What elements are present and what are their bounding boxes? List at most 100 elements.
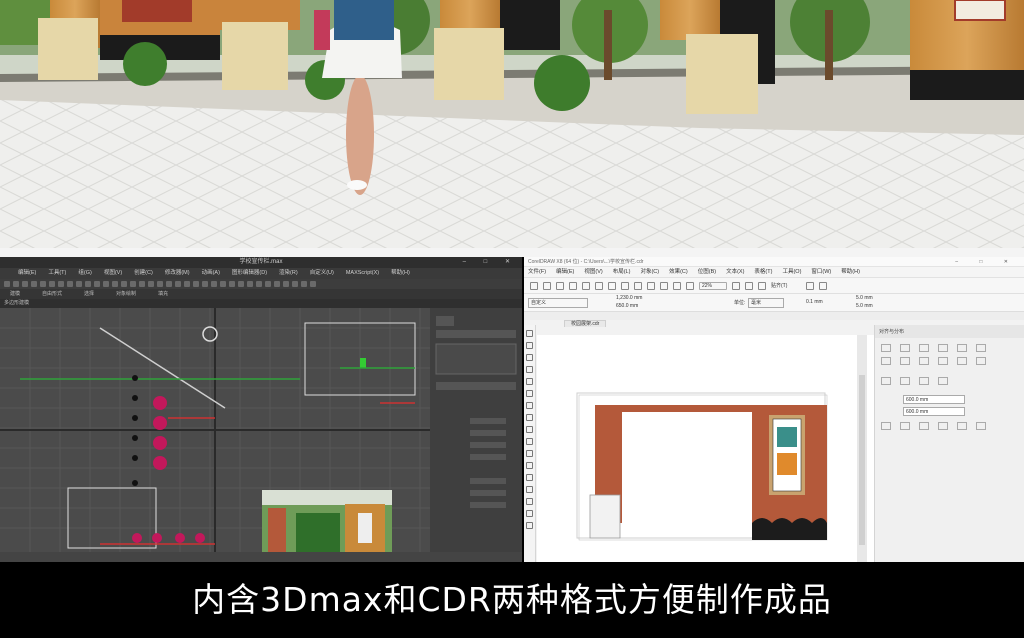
duplicate-y[interactable]: 5.0 mm (856, 303, 873, 309)
tool-icon[interactable] (310, 281, 316, 287)
distribute-center-icon[interactable] (900, 357, 910, 365)
tool-icon[interactable] (175, 281, 181, 287)
page-height[interactable]: 650.0 mm (616, 303, 638, 309)
tool-icon[interactable] (274, 281, 280, 287)
tool-icon[interactable] (22, 281, 28, 287)
tool-icon[interactable] (121, 281, 127, 287)
cdr-menu-10[interactable]: 窗口(W) (811, 267, 831, 277)
snap-to[interactable]: 贴齐(T) (771, 282, 801, 290)
docker-option-icon[interactable] (976, 422, 986, 430)
ribbon-tab-2[interactable]: 选择 (84, 289, 94, 299)
zoom-level[interactable]: 22% (699, 282, 727, 290)
max-menu-8[interactable]: 渲染(R) (279, 268, 298, 279)
tool-icon[interactable] (283, 281, 289, 287)
cdr-menu-4[interactable]: 对象(C) (640, 267, 659, 277)
tool-icon[interactable] (4, 281, 10, 287)
max-menu-4[interactable]: 创建(C) (134, 268, 153, 279)
launch-icon[interactable] (819, 282, 827, 290)
units-select[interactable]: 毫米 (748, 298, 784, 308)
distribute-middle-icon[interactable] (957, 357, 967, 365)
export-icon[interactable] (673, 282, 681, 290)
tool-icon[interactable] (58, 281, 64, 287)
crop-tool-icon[interactable] (526, 354, 533, 361)
save-icon[interactable] (556, 282, 564, 290)
max-menu-2[interactable]: 组(G) (78, 268, 91, 279)
open-icon[interactable] (543, 282, 551, 290)
pick-tool-icon[interactable] (526, 330, 533, 337)
docker-option-icon[interactable] (919, 422, 929, 430)
polygon-tool-icon[interactable] (526, 426, 533, 433)
max-viewports[interactable] (0, 308, 522, 552)
page-width[interactable]: 1,230.0 mm (616, 295, 642, 301)
distribute-top-icon[interactable] (938, 357, 948, 365)
grid-icon[interactable] (758, 282, 766, 290)
doc-tab[interactable]: 校园展架.cdr (564, 320, 607, 327)
tool-icon[interactable] (193, 281, 199, 287)
docker-x[interactable]: 600.0 mm (903, 395, 965, 404)
tool-icon[interactable] (94, 281, 100, 287)
align-right-icon[interactable] (919, 344, 929, 352)
ellipse-tool-icon[interactable] (526, 414, 533, 421)
max-menu-10[interactable]: MAXScript(X) (346, 268, 379, 279)
tool-icon[interactable] (40, 281, 46, 287)
cdr-menu-1[interactable]: 编辑(E) (556, 267, 574, 277)
settings-icon[interactable] (806, 282, 814, 290)
tool-icon[interactable] (256, 281, 262, 287)
tool-icon[interactable] (166, 281, 172, 287)
shape-tool-icon[interactable] (526, 342, 533, 349)
align-center-icon[interactable] (900, 344, 910, 352)
align-top-icon[interactable] (938, 344, 948, 352)
transparency-tool-icon[interactable] (526, 486, 533, 493)
cdr-menu-8[interactable]: 表格(T) (754, 267, 772, 277)
publish-icon[interactable] (686, 282, 694, 290)
max-menu-6[interactable]: 动画(A) (202, 268, 220, 279)
tool-icon[interactable] (49, 281, 55, 287)
max-menu-1[interactable]: 工具(T) (48, 268, 66, 279)
drawing-canvas[interactable] (537, 335, 877, 562)
tool-icon[interactable] (148, 281, 154, 287)
docker-option-icon[interactable] (900, 422, 910, 430)
page-preset[interactable]: 自定义 (528, 298, 588, 308)
rulers-icon[interactable] (745, 282, 753, 290)
distribute-spacing-icon[interactable] (881, 377, 891, 385)
cdr-menu-7[interactable]: 文本(X) (726, 267, 744, 277)
redo-icon[interactable] (634, 282, 642, 290)
new-icon[interactable] (530, 282, 538, 290)
distribute-spacing-icon[interactable] (900, 377, 910, 385)
cdr-menu-0[interactable]: 文件(F) (528, 267, 546, 277)
cut-icon[interactable] (582, 282, 590, 290)
cdr-menu-2[interactable]: 视图(V) (584, 267, 602, 277)
max-menu-11[interactable]: 帮助(H) (391, 268, 410, 279)
tool-icon[interactable] (184, 281, 190, 287)
max-menu-0[interactable]: 编辑(E) (18, 268, 36, 279)
tool-icon[interactable] (247, 281, 253, 287)
align-bottom-icon[interactable] (976, 344, 986, 352)
tool-icon[interactable] (130, 281, 136, 287)
tool-icon[interactable] (238, 281, 244, 287)
cdr-menu-9[interactable]: 工具(O) (782, 267, 801, 277)
import-icon[interactable] (660, 282, 668, 290)
docker-y[interactable]: 600.0 mm (903, 407, 965, 416)
docker-option-icon[interactable] (881, 422, 891, 430)
tool-icon[interactable] (301, 281, 307, 287)
artistic-media-icon[interactable] (526, 390, 533, 397)
tool-icon[interactable] (31, 281, 37, 287)
window-controls[interactable]: – □ ✕ (463, 257, 518, 268)
distribute-spacing-icon[interactable] (938, 377, 948, 385)
window-controls[interactable]: – □ ✕ (955, 257, 1018, 267)
ribbon-tab-3[interactable]: 对象绘制 (116, 289, 136, 299)
tool-icon[interactable] (202, 281, 208, 287)
duplicate-x[interactable]: 5.0 mm (856, 295, 873, 301)
smart-fill-icon[interactable] (526, 522, 533, 529)
cdr-menu-5[interactable]: 效果(C) (669, 267, 688, 277)
tool-icon[interactable] (157, 281, 163, 287)
copy-icon[interactable] (595, 282, 603, 290)
full-screen-icon[interactable] (732, 282, 740, 290)
ribbon-tab-0[interactable]: 建模 (10, 289, 20, 299)
search-icon[interactable] (647, 282, 655, 290)
max-menu-5[interactable]: 修改器(M) (165, 268, 190, 279)
distribute-left-icon[interactable] (881, 357, 891, 365)
tool-icon[interactable] (211, 281, 217, 287)
docker-option-icon[interactable] (938, 422, 948, 430)
tool-icon[interactable] (292, 281, 298, 287)
